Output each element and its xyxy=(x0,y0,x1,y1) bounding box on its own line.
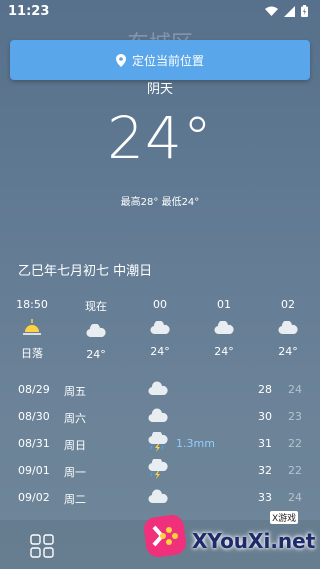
cloudy-icon xyxy=(148,380,168,399)
hourly-temp: 24° xyxy=(278,345,298,358)
location-pin-icon xyxy=(115,53,126,67)
hourly-time: 02 xyxy=(281,298,295,311)
cloudy-icon xyxy=(148,488,168,507)
daily-weekday: 周日 xyxy=(64,439,86,452)
daily-date: 08/29 xyxy=(18,383,50,396)
current-temperature: 24° xyxy=(107,104,213,172)
daily-date: 09/01 xyxy=(18,464,50,477)
daily-low: 22 xyxy=(288,437,302,450)
cloudy-icon xyxy=(278,321,298,335)
hourly-item: 18:50 日落 xyxy=(12,298,52,361)
thunder-icon xyxy=(148,457,168,482)
thunder-rain-icon xyxy=(148,430,168,455)
status-bar: 11:23 xyxy=(0,0,320,24)
daily-date: 09/02 xyxy=(18,491,50,504)
lunar-date: 乙巳年七月初七 中潮日 xyxy=(18,264,153,279)
daily-precipitation: 1.3mm xyxy=(176,437,215,450)
locate-current-position-button[interactable]: 定位当前位置 xyxy=(10,40,310,80)
daily-row[interactable]: 08/29 周五 28 24 xyxy=(0,380,320,402)
sunset-icon xyxy=(23,319,41,335)
hourly-time: 01 xyxy=(217,298,231,311)
daily-date: 08/31 xyxy=(18,437,50,450)
hourly-time: 00 xyxy=(153,298,167,311)
hourly-time: 现在 xyxy=(85,300,107,313)
cloudy-icon xyxy=(86,324,106,338)
watermark-text: XYouXi.net xyxy=(192,529,316,553)
hourly-item: 02 24° xyxy=(268,298,308,358)
weather-condition: 阴天 xyxy=(146,82,173,97)
daily-weekday: 周五 xyxy=(64,385,86,398)
hourly-temp: 24° xyxy=(150,345,170,358)
daily-date: 08/30 xyxy=(18,410,50,423)
gamepad-logo-icon xyxy=(143,514,187,558)
daily-row[interactable]: 09/01 周一 32 22 xyxy=(0,457,320,483)
daily-weekday: 周六 xyxy=(64,412,86,425)
daily-high: 31 xyxy=(258,437,272,450)
daily-low: 23 xyxy=(288,410,302,423)
cloudy-icon xyxy=(214,321,234,335)
grid-menu-icon[interactable] xyxy=(30,534,54,562)
xyouxi-watermark: X游戏 XYouXi.net xyxy=(142,507,316,565)
high-low-temperature: 最高28° 最低24° xyxy=(120,197,200,208)
hourly-temp: 日落 xyxy=(21,347,43,360)
locate-button-label: 定位当前位置 xyxy=(131,53,204,68)
daily-row[interactable]: 08/31 周日 1.3mm 31 22 xyxy=(0,430,320,456)
daily-high: 28 xyxy=(258,383,272,396)
hourly-item: 00 24° xyxy=(140,298,180,358)
daily-low: 24 xyxy=(288,383,302,396)
hourly-time: 18:50 xyxy=(16,298,48,311)
battery-icon xyxy=(301,5,308,17)
hourly-temp: 24° xyxy=(214,345,234,358)
daily-weekday: 周二 xyxy=(64,493,86,506)
hourly-item: 01 24° xyxy=(204,298,244,358)
daily-high: 33 xyxy=(258,491,272,504)
daily-high: 32 xyxy=(258,464,272,477)
status-icons xyxy=(265,5,308,17)
cloudy-icon xyxy=(148,407,168,426)
hourly-item: 现在 24° xyxy=(76,298,116,361)
wifi-icon xyxy=(265,6,278,16)
status-time: 11:23 xyxy=(8,4,50,19)
daily-high: 30 xyxy=(258,410,272,423)
watermark-sub: X游戏 xyxy=(270,511,299,524)
hourly-temp: 24° xyxy=(86,348,106,361)
daily-row[interactable]: 08/30 周六 30 23 xyxy=(0,407,320,429)
signal-icon xyxy=(284,5,295,17)
cloudy-icon xyxy=(150,321,170,335)
daily-low: 24 xyxy=(288,491,302,504)
daily-low: 22 xyxy=(288,464,302,477)
daily-weekday: 周一 xyxy=(64,466,86,479)
